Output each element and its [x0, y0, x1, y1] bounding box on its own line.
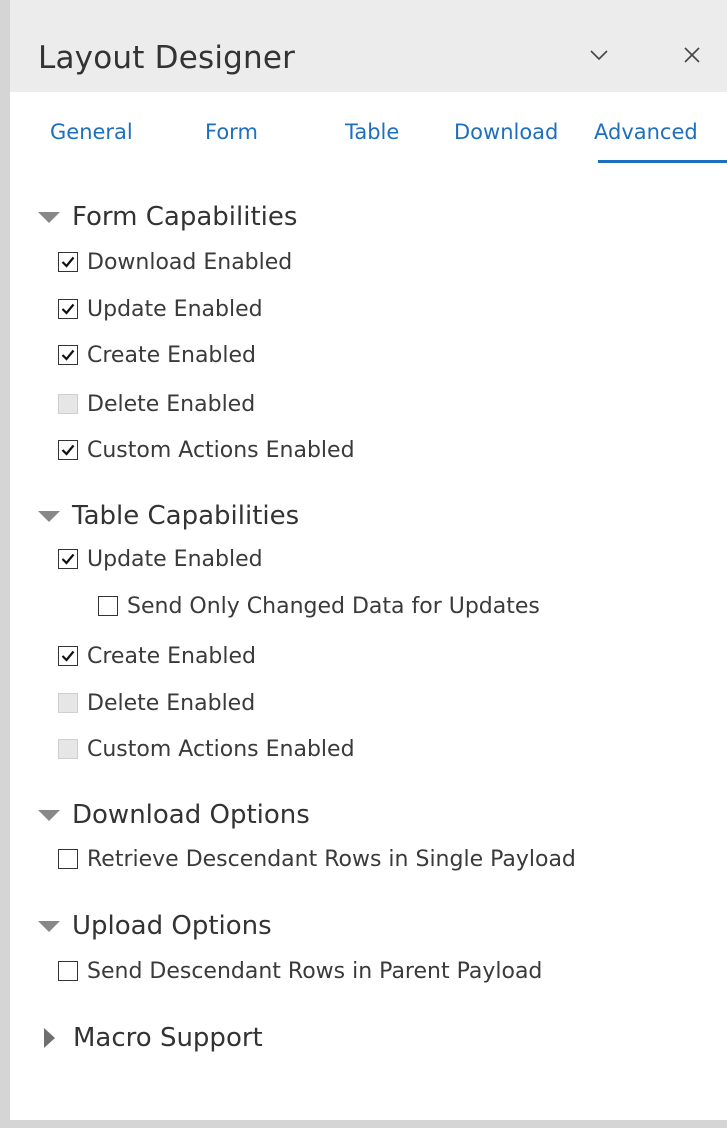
section-form-capabilities[interactable]: Form Capabilities — [38, 199, 297, 235]
checkmark-icon — [61, 444, 75, 456]
option-label: Update Enabled — [87, 296, 263, 322]
section-table-capabilities[interactable]: Table Capabilities — [38, 498, 299, 534]
option-label: Delete Enabled — [87, 391, 256, 417]
section-label: Download Options — [72, 800, 310, 830]
close-button[interactable] — [675, 38, 709, 72]
checkbox[interactable] — [58, 849, 78, 869]
option-label: Create Enabled — [87, 643, 256, 669]
tab-download[interactable]: Download — [454, 120, 558, 144]
section-label: Table Capabilities — [72, 501, 300, 531]
panel-title: Layout Designer — [38, 40, 296, 76]
checkbox[interactable] — [58, 549, 78, 569]
layout-designer-panel: Layout Designer General Form Table Downl… — [0, 0, 727, 1128]
option-label: Custom Actions Enabled — [87, 736, 355, 762]
option-label: Send Only Changed Data for Updates — [127, 593, 540, 619]
form-custom-actions-enabled-option[interactable]: Custom Actions Enabled — [58, 434, 355, 466]
retrieve-descendant-rows-option[interactable]: Retrieve Descendant Rows in Single Paylo… — [58, 843, 576, 875]
section-download-options[interactable]: Download Options — [38, 797, 310, 833]
tab-general[interactable]: General — [50, 120, 133, 144]
table-send-only-changed-option[interactable]: Send Only Changed Data for Updates — [98, 590, 540, 622]
option-label: Update Enabled — [87, 546, 263, 572]
option-label: Custom Actions Enabled — [87, 437, 355, 463]
checkmark-icon — [61, 650, 75, 662]
option-label: Delete Enabled — [87, 690, 256, 716]
checkmark-icon — [61, 349, 75, 361]
section-label: Form Capabilities — [72, 202, 298, 232]
table-update-enabled-option[interactable]: Update Enabled — [58, 543, 263, 575]
close-icon — [684, 47, 700, 63]
active-tab-indicator — [598, 160, 727, 163]
option-label: Download Enabled — [87, 249, 293, 275]
chevron-down-icon — [590, 50, 608, 61]
checkbox[interactable] — [58, 252, 78, 272]
minimize-button[interactable] — [582, 38, 616, 72]
tab-advanced[interactable]: Advanced — [594, 120, 698, 144]
tab-table[interactable]: Table — [345, 120, 399, 144]
checkbox-disabled — [58, 693, 78, 713]
section-macro-support[interactable]: Macro Support — [38, 1020, 263, 1056]
option-label: Retrieve Descendant Rows in Single Paylo… — [87, 846, 576, 872]
checkbox-disabled — [58, 394, 78, 414]
collapsed-triangle-icon — [44, 1028, 55, 1048]
expand-triangle-icon — [38, 510, 60, 522]
checkbox[interactable] — [98, 596, 118, 616]
checkbox[interactable] — [58, 299, 78, 319]
option-label: Send Descendant Rows in Parent Payload — [87, 958, 543, 984]
table-create-enabled-option[interactable]: Create Enabled — [58, 640, 256, 672]
send-descendant-rows-option[interactable]: Send Descendant Rows in Parent Payload — [58, 955, 542, 987]
checkmark-icon — [61, 256, 75, 268]
form-update-enabled-option[interactable]: Update Enabled — [58, 293, 263, 325]
checkmark-icon — [61, 553, 75, 565]
table-delete-enabled-option: Delete Enabled — [58, 687, 255, 719]
form-create-enabled-option[interactable]: Create Enabled — [58, 339, 256, 371]
checkbox[interactable] — [58, 345, 78, 365]
table-custom-actions-enabled-option: Custom Actions Enabled — [58, 733, 355, 765]
expand-triangle-icon — [38, 809, 60, 821]
section-label: Macro Support — [73, 1023, 263, 1053]
checkbox[interactable] — [58, 961, 78, 981]
panel-header: Layout Designer — [10, 0, 727, 92]
tab-form[interactable]: Form — [205, 120, 258, 144]
section-upload-options[interactable]: Upload Options — [38, 908, 272, 944]
checkmark-icon — [61, 303, 75, 315]
checkbox[interactable] — [58, 440, 78, 460]
expand-triangle-icon — [38, 920, 60, 932]
checkbox[interactable] — [58, 646, 78, 666]
section-label: Upload Options — [72, 911, 272, 941]
form-download-enabled-option[interactable]: Download Enabled — [58, 246, 292, 278]
option-label: Create Enabled — [87, 342, 256, 368]
expand-triangle-icon — [38, 211, 60, 223]
form-delete-enabled-option: Delete Enabled — [58, 388, 255, 420]
checkbox-disabled — [58, 739, 78, 759]
